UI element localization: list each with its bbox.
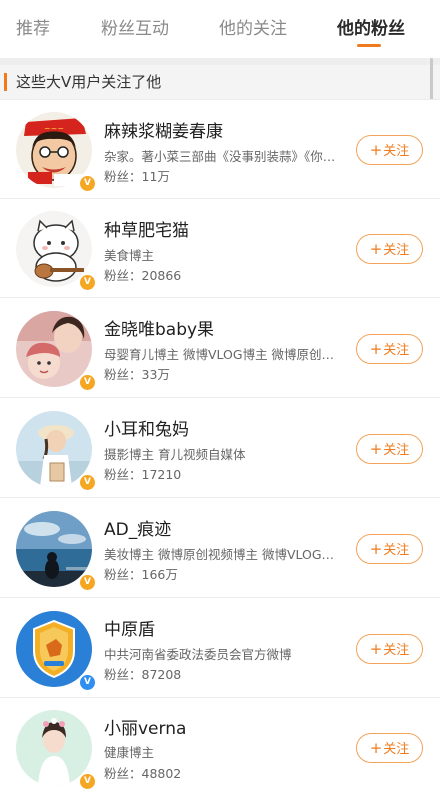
fans-count: 粉丝：87208 [104, 667, 182, 682]
user-name[interactable]: 金晓唯baby果 [104, 320, 214, 340]
verified-badge-icon: V [78, 373, 97, 392]
user-description: 母婴育儿博主 微博VLOG博主 微博原创视频博主 [104, 347, 342, 362]
plus-icon: + [369, 640, 383, 658]
plus-icon: + [369, 440, 383, 458]
active-tab-indicator [357, 44, 381, 47]
user-name[interactable]: 小丽verna [104, 719, 186, 739]
fans-count: 粉丝：11万 [104, 169, 170, 184]
verified-badge-icon: V [78, 273, 97, 292]
verified-badge-icon: V [78, 174, 97, 193]
fans-count: 粉丝：48802 [104, 766, 182, 781]
fans-count: 粉丝：20866 [104, 268, 182, 283]
follow-button[interactable]: +关注 [356, 234, 423, 264]
verified-badge-icon: V [78, 673, 97, 692]
follow-button[interactable]: +关注 [356, 135, 423, 165]
tab-fan-interaction[interactable]: 粉丝互动 [101, 18, 169, 40]
plus-icon: + [369, 240, 383, 258]
fans-count: 粉丝：33万 [104, 367, 170, 382]
section-title: 这些大V用户关注了他 [16, 73, 162, 91]
fans-count: 粉丝：166万 [104, 567, 178, 582]
plus-icon: + [369, 141, 383, 159]
section-accent-bar [4, 73, 7, 91]
tab-bar: 推荐 粉丝互动 他的关注 他的粉丝 [0, 0, 440, 58]
follow-button[interactable]: +关注 [356, 634, 423, 664]
list-item[interactable]: V 金晓唯baby果 母婴育儿博主 微博VLOG博主 微博原创视频博主 粉丝：3… [0, 297, 440, 396]
verified-badge-icon: V [78, 573, 97, 592]
list-item[interactable]: V 种草肥宅猫 美食博主 粉丝：20866 +关注 [0, 198, 440, 297]
user-description: 中共河南省委政法委员会官方微博 [104, 647, 292, 662]
list-item[interactable]: V 中原盾 中共河南省委政法委员会官方微博 粉丝：87208 +关注 [0, 597, 440, 696]
divider [0, 58, 440, 65]
verified-badge-icon: V [78, 473, 97, 492]
user-name[interactable]: 中原盾 [104, 620, 155, 640]
tab-his-fans[interactable]: 他的粉丝 [337, 18, 405, 40]
plus-icon: + [369, 340, 383, 358]
user-description: 杂家。著小菜三部曲《没事别装蒜》《你别吃葱》 [104, 149, 342, 164]
follow-button[interactable]: +关注 [356, 733, 423, 763]
tab-recommend[interactable]: 推荐 [16, 18, 50, 40]
list-item[interactable]: V 小丽verna 健康博主 粉丝：48802 +关注 [0, 697, 440, 796]
plus-icon: + [369, 739, 383, 757]
user-description: 健康博主 [104, 745, 155, 760]
user-description: 摄影博主 育儿视频自媒体 [104, 447, 246, 462]
list-item[interactable]: ~~~ V 麻辣浆糊姜春康 杂家。著小菜三部曲《没事别装蒜》《你别吃葱》 粉丝：… [0, 99, 440, 198]
follow-button[interactable]: +关注 [356, 534, 423, 564]
list-item[interactable]: V 小耳和兔妈 摄影博主 育儿视频自媒体 粉丝：17210 +关注 [0, 397, 440, 496]
user-name[interactable]: AD_痕迹 [104, 520, 171, 540]
tab-his-following[interactable]: 他的关注 [219, 18, 287, 40]
user-name[interactable]: 种草肥宅猫 [104, 221, 189, 241]
follow-button[interactable]: +关注 [356, 334, 423, 364]
user-name[interactable]: 麻辣浆糊姜春康 [104, 122, 223, 142]
user-description: 美食博主 [104, 248, 155, 263]
user-name[interactable]: 小耳和兔妈 [104, 420, 189, 440]
follow-button[interactable]: +关注 [356, 434, 423, 464]
user-description: 美妆博主 微博原创视频博主 微博VLOG博主 [104, 547, 342, 562]
list-item[interactable]: V AD_痕迹 美妆博主 微博原创视频博主 微博VLOG博主 粉丝：166万 +… [0, 497, 440, 596]
fans-count: 粉丝：17210 [104, 467, 182, 482]
plus-icon: + [369, 540, 383, 558]
